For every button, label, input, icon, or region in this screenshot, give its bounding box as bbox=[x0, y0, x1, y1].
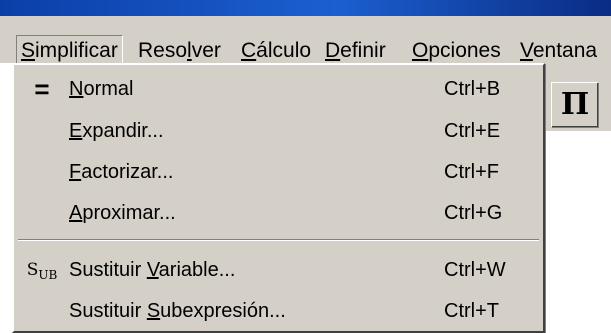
workspace-left bbox=[0, 63, 12, 327]
shortcut-label: Ctrl+F bbox=[444, 161, 499, 183]
menu-label-post: álculo bbox=[256, 39, 312, 62]
menu-item-factorizar[interactable]: Factorizar... Ctrl+F bbox=[14, 153, 543, 191]
menu-item-sustituir-variable[interactable]: SUB Sustituir Variable... Ctrl+W bbox=[14, 251, 543, 289]
menu-item-label: Sustituir Subexpresión... bbox=[69, 300, 286, 322]
menu-resolver[interactable]: Resolver bbox=[138, 36, 221, 66]
menu-item-normal[interactable]: = Normal Ctrl+B bbox=[14, 70, 543, 108]
menu-label-pre: Reso bbox=[138, 39, 188, 62]
menu-label-post: efinir bbox=[340, 39, 386, 62]
shortcut-label: Ctrl+W bbox=[444, 259, 506, 281]
menu-item-label: Expandir... bbox=[69, 120, 164, 142]
simplificar-dropdown-menu: = Normal Ctrl+B Expandir... Ctrl+E Facto… bbox=[12, 63, 545, 333]
menu-item-label: Sustituir Variable... bbox=[69, 259, 236, 281]
menu-separator bbox=[18, 239, 539, 241]
menu-mnemonic: O bbox=[412, 39, 429, 62]
menu-item-label: Aproximar... bbox=[69, 202, 176, 224]
menu-item-label: Factorizar... bbox=[69, 161, 174, 183]
menu-mnemonic: S bbox=[21, 39, 36, 62]
shortcut-label: Ctrl+E bbox=[444, 120, 501, 142]
menu-label-post: pciones bbox=[428, 39, 501, 62]
window-title-bar bbox=[0, 0, 611, 16]
menu-item-sustituir-subexpresion[interactable]: Sustituir Subexpresión... Ctrl+T bbox=[14, 292, 543, 330]
shortcut-label: Ctrl+G bbox=[444, 202, 503, 224]
menu-definir[interactable]: Definir bbox=[325, 36, 386, 66]
shortcut-label: Ctrl+T bbox=[444, 300, 499, 322]
menu-item-label: Normal bbox=[69, 78, 134, 100]
menu-mnemonic: D bbox=[325, 39, 341, 62]
shortcut-label: Ctrl+B bbox=[444, 78, 501, 100]
pi-button[interactable]: Π bbox=[551, 82, 599, 128]
equals-icon: = bbox=[34, 74, 50, 104]
menu-item-aproximar[interactable]: Aproximar... Ctrl+G bbox=[14, 194, 543, 232]
menu-bar: Simplificar Resolver Cálculo Definir Opc… bbox=[0, 16, 611, 67]
menu-mnemonic: C bbox=[241, 39, 257, 62]
substitute-variable-icon: SUB bbox=[26, 260, 58, 282]
menu-label-post: entana bbox=[532, 39, 598, 62]
menu-item-expandir[interactable]: Expandir... Ctrl+E bbox=[14, 112, 543, 150]
menu-ventana[interactable]: Ventana bbox=[520, 36, 597, 66]
menu-mnemonic: V bbox=[520, 39, 533, 62]
menu-calculo[interactable]: Cálculo bbox=[241, 36, 311, 66]
menu-label-post: ver bbox=[191, 39, 221, 62]
menu-opciones[interactable]: Opciones bbox=[412, 36, 501, 66]
menu-label-post: implificar bbox=[35, 39, 118, 62]
